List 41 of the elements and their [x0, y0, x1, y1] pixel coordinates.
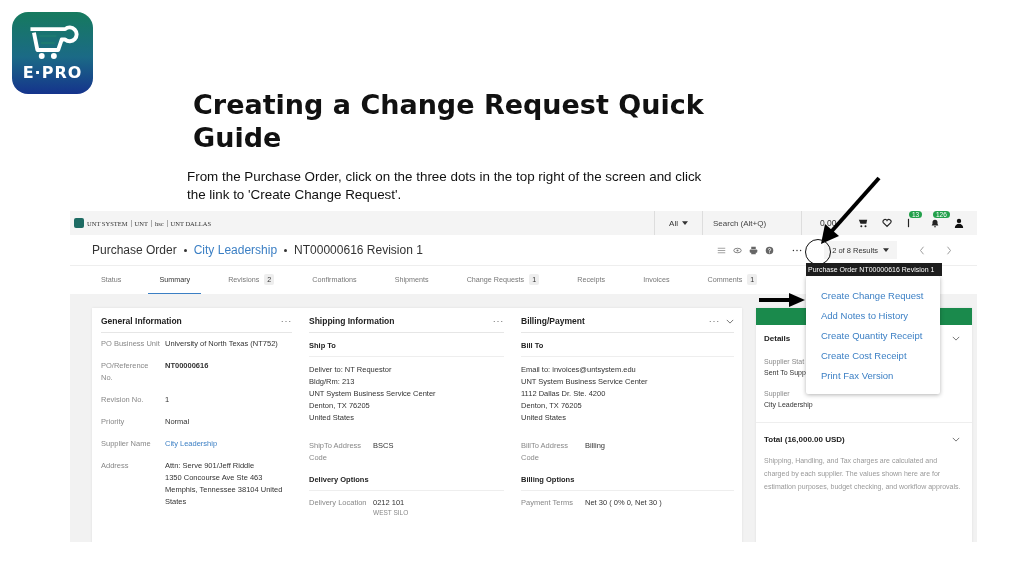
card-title: Shipping Information: [309, 316, 395, 326]
section-title: Details: [764, 334, 791, 343]
menu-item[interactable]: Create Cost Receipt: [821, 346, 907, 366]
card-title: Billing/Payment: [521, 316, 585, 326]
pointer-arrow: [759, 293, 807, 307]
breadcrumb-text: NT00000616 Revision 1: [294, 243, 423, 257]
menu-item[interactable]: Create Change Request: [821, 286, 924, 306]
section-title: Total (16,000.00 USD): [764, 435, 845, 444]
ellipsis-icon[interactable]: [280, 319, 292, 323]
caret-icon: [883, 248, 889, 252]
logo-text: E·PRO: [22, 62, 83, 82]
slide-title: Creating a Change Request Quick Guide: [193, 88, 705, 154]
card-title: General Information: [101, 316, 182, 326]
bullet-separator: [284, 248, 288, 252]
print-icon[interactable]: [749, 245, 759, 255]
bell-icon[interactable]: [930, 218, 940, 228]
menu-item[interactable]: Add Notes to History: [821, 306, 909, 326]
help-icon[interactable]: [765, 245, 775, 255]
next-icon[interactable]: [946, 245, 952, 255]
heart-icon[interactable]: [882, 218, 892, 228]
chevron-down-icon[interactable]: [952, 437, 960, 442]
ellipsis-icon[interactable]: [492, 319, 504, 323]
menu-item[interactable]: Create Quantity Receipt: [821, 326, 923, 346]
cart-total: 0.00: [820, 218, 838, 228]
chevron-down-icon[interactable]: [952, 336, 960, 341]
menu-icon[interactable]: [717, 245, 727, 255]
cart-icon[interactable]: [858, 218, 868, 228]
instruction-text: From the Purchase Order, click on the three dots in the top right of the screen and click the link to 'Create Change Request'.: [187, 168, 703, 204]
user-icon[interactable]: [954, 218, 964, 228]
breadcrumb-link[interactable]: City Leadership: [193, 243, 278, 257]
breadcrumb-text: Purchase Order: [92, 243, 177, 257]
previous-icon[interactable]: [919, 245, 925, 255]
menu-item[interactable]: Print Fax Version: [821, 366, 894, 386]
eye-icon[interactable]: [733, 245, 743, 255]
caret-icon: [682, 221, 688, 225]
ellipsis-icon[interactable]: [708, 319, 720, 323]
bullet-separator: [183, 248, 187, 252]
chevron-down-icon[interactable]: [726, 318, 734, 324]
search-field[interactable]: Search (Alt+Q): [702, 211, 802, 235]
ellipsis-icon: [792, 248, 803, 252]
brand-logo-icon: [74, 218, 84, 228]
